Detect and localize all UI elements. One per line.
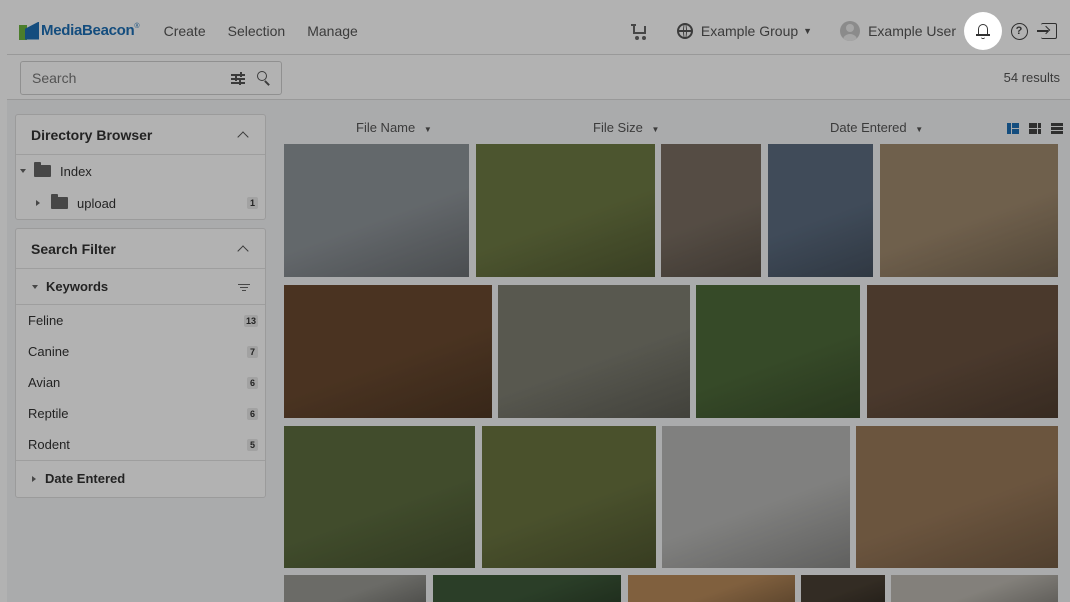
facet-item-rodent[interactable]: Rodent 5 (16, 429, 265, 460)
panel-title: Search Filter (31, 240, 116, 257)
search-input[interactable] (32, 70, 212, 86)
help-icon: ? (1010, 22, 1028, 40)
expand-icon[interactable] (36, 200, 40, 206)
search-bar-row: 54 results (7, 55, 1070, 100)
sort-file-name[interactable]: File Name ▼ (356, 120, 432, 135)
directory-browser-panel: Directory Browser Index upload 1 (15, 114, 266, 220)
facet-label: Canine (28, 344, 70, 359)
count-badge: 7 (247, 345, 258, 358)
facet-label: Feline (28, 313, 64, 328)
asset-thumbnail-black-cat-fence[interactable] (768, 144, 873, 277)
mosaic-view-icon[interactable] (1007, 123, 1019, 134)
facet-item-canine[interactable]: Canine 7 (16, 336, 265, 367)
keywords-facet-header[interactable]: Keywords (16, 269, 265, 305)
facet-item-reptile[interactable]: Reptile 6 (16, 398, 265, 429)
collapse-icon[interactable] (32, 284, 38, 289)
keywords-label: Keywords (46, 279, 109, 294)
caret-down-icon: ▼ (915, 125, 924, 134)
tree-item-index[interactable]: Index (16, 155, 265, 187)
notifications-button[interactable] (964, 12, 1002, 50)
date-entered-label: Date Entered (45, 471, 126, 486)
sort-header: File Name ▼ File Size ▼ Date Entered ▼ (284, 116, 1070, 140)
search-filter-panel: Search Filter Keywords Feline 13 Canine … (15, 228, 266, 498)
caret-down-icon: ▼ (423, 125, 432, 134)
asset-thumbnail-border-collie[interactable] (880, 144, 1058, 277)
asset-thumbnail-orange-white-cat[interactable] (661, 144, 761, 277)
top-nav-bar: MediaBeacon ® Create Selection Manage Exa… (7, 7, 1070, 55)
panel-title: Directory Browser (31, 126, 153, 143)
count-badge: 1 (247, 197, 258, 209)
asset-thumbnail-kitten-on-fur[interactable] (284, 144, 469, 277)
count-badge: 13 (243, 314, 258, 327)
search-filter-header[interactable]: Search Filter (16, 229, 265, 269)
expand-icon[interactable] (20, 169, 26, 173)
list-view-icon[interactable] (1051, 123, 1063, 134)
asset-thumbnail-two-tigers-snow[interactable] (662, 426, 850, 568)
directory-browser-header[interactable]: Directory Browser (16, 115, 265, 155)
search-box (20, 61, 282, 95)
sort-file-size[interactable]: File Size ▼ (593, 120, 659, 135)
asset-thumbnail-pomeranian[interactable] (482, 426, 656, 568)
tree-item-label: Index (60, 163, 92, 179)
group-selector[interactable]: Example Group ▼ (676, 23, 813, 39)
date-entered-facet[interactable]: Date Entered (16, 460, 265, 496)
expand-icon[interactable] (32, 475, 36, 482)
asset-thumbnail-tiger-closeup[interactable] (856, 426, 1058, 568)
results-count: 54 results (1003, 70, 1060, 85)
mediabeacon-logo[interactable]: MediaBeacon ® (19, 21, 140, 40)
filter-sort-icon[interactable] (238, 284, 250, 292)
chevron-up-icon[interactable] (237, 130, 249, 143)
logout-icon (1037, 23, 1057, 39)
facet-label: Reptile (28, 406, 69, 421)
asset-thumbnail-dog-under-blanket[interactable] (867, 285, 1058, 418)
avatar (840, 21, 861, 41)
nav-create[interactable]: Create (164, 23, 206, 39)
search-icon[interactable] (257, 71, 271, 86)
count-badge: 6 (247, 407, 258, 420)
nav-selection[interactable]: Selection (228, 23, 286, 39)
folder-icon (51, 194, 68, 209)
logo-text: MediaBeacon (41, 22, 135, 39)
asset-thumbnail-lion-cub[interactable] (628, 575, 795, 602)
facet-label: Avian (28, 375, 61, 390)
asset-thumbnail-dark-animal[interactable] (801, 575, 885, 602)
caret-down-icon: ▼ (803, 26, 813, 36)
asset-thumbnail-green-scene[interactable] (433, 575, 621, 602)
asset-thumbnail-white-tiger[interactable] (696, 285, 860, 418)
sort-label: Date Entered (830, 120, 907, 135)
facet-item-feline[interactable]: Feline 13 (16, 305, 265, 336)
help-button[interactable]: ? (1004, 16, 1034, 46)
sort-label: File Size (593, 120, 643, 135)
asset-thumbnail-tiger-lying[interactable] (284, 426, 475, 568)
asset-thumbnail-sleeping-dog[interactable] (284, 285, 492, 418)
asset-thumbnail-snow-leopard[interactable] (284, 575, 426, 602)
advanced-search-icon[interactable] (231, 72, 245, 85)
facet-label: Rodent (28, 437, 70, 452)
sort-date-entered[interactable]: Date Entered ▼ (830, 120, 923, 135)
group-name: Example Group (700, 23, 799, 39)
asset-thumbnail-white-tiger-2[interactable] (891, 575, 1058, 602)
tree-item-label: upload (77, 195, 117, 211)
user-menu[interactable]: Example User (840, 21, 956, 41)
cart-icon[interactable] (630, 22, 649, 40)
logo-mark-icon (19, 21, 39, 40)
view-toggle (1007, 123, 1063, 134)
count-badge: 6 (247, 376, 258, 389)
sort-label: File Name (356, 120, 416, 135)
globe-icon (676, 23, 693, 39)
user-name: Example User (868, 23, 956, 39)
grid-view-icon[interactable] (1029, 123, 1041, 134)
facet-item-avian[interactable]: Avian 6 (16, 367, 265, 398)
logout-button[interactable] (1034, 16, 1064, 46)
count-badge: 5 (247, 438, 258, 451)
asset-thumbnail-gray-cat-grass[interactable] (476, 144, 655, 277)
folder-icon (34, 162, 51, 177)
bell-icon (976, 23, 990, 39)
app-window: MediaBeacon ® Create Selection Manage Exa… (7, 7, 1070, 602)
nav-manage[interactable]: Manage (307, 23, 358, 39)
asset-thumbnail-tabby-cat-walking[interactable] (498, 285, 690, 418)
chevron-up-icon[interactable] (237, 244, 249, 257)
tree-item-upload[interactable]: upload 1 (16, 187, 265, 219)
caret-down-icon: ▼ (651, 125, 660, 134)
